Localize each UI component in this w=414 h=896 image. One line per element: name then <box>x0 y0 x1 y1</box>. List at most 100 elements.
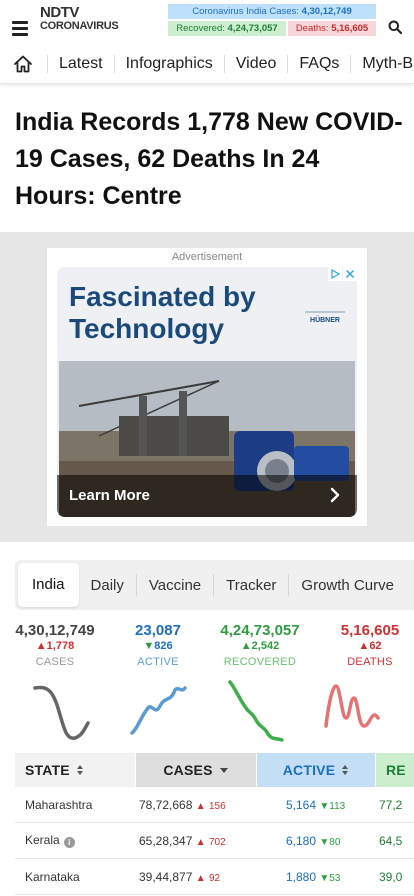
deaths-delta-value: 62 <box>369 640 382 652</box>
row-active-delta: 53 <box>329 872 341 884</box>
active-sparkline <box>130 686 187 735</box>
down-arrow-icon: ▼ <box>143 640 155 652</box>
deaths-label: Deaths: <box>295 23 329 34</box>
row-active: 1,880 ▼53 <box>256 870 375 884</box>
row-cases-delta: 702 <box>208 836 226 848</box>
summary-recovered: 4,24,73,057 ▲2,542 RECOVERED <box>218 622 302 668</box>
up-arrow-icon: ▲ <box>195 836 206 848</box>
recovered-label: RECOVERED <box>223 656 297 668</box>
row-state: Karnataka <box>25 869 80 884</box>
up-arrow-icon: ▲ <box>240 640 252 652</box>
recovered-stat: Recovered: 4,24,73,057 <box>168 21 286 36</box>
up-arrow-icon: ▲ <box>195 800 206 812</box>
summary-deaths: 5,16,605 ▲62 DEATHS <box>338 622 402 668</box>
cases-sparkline <box>33 685 90 740</box>
cases-label: CASES <box>35 656 75 668</box>
row-cases-value: 65,28,347 <box>139 833 193 848</box>
covid-summary: 4,30,12,749 ▲1,778 CASES 23,087 ▼826 ACT… <box>0 622 414 672</box>
trend-sparklines <box>33 680 380 742</box>
nav-item-latest[interactable]: Latest <box>48 55 114 73</box>
sort-icon[interactable] <box>341 764 349 776</box>
ad-cta-bar[interactable]: Learn More <box>57 475 357 517</box>
row-active-delta: 113 <box>329 800 346 812</box>
summary-active: 23,087 ▼826 ACTIVE <box>122 622 194 668</box>
cases-delta-value: 1,778 <box>46 640 75 652</box>
ad-card[interactable]: Fascinated by Technology HÜBNER Learn Mo… <box>57 267 357 517</box>
ad-brand-text: HÜBNER <box>310 317 340 324</box>
table-row[interactable]: Maharashtra 78,72,668 ▲ 156 5,164 ▼113 7… <box>15 787 414 823</box>
ad-learn-more-button[interactable]: Learn More <box>69 487 150 504</box>
column-header-cases[interactable]: CASES <box>136 753 256 787</box>
adchoices-icon[interactable] <box>328 267 342 281</box>
logo-coronavirus-text: CORONAVIRUS <box>40 20 119 32</box>
nav-item-infographics[interactable]: Infographics <box>115 55 224 73</box>
row-recovered: 39,0 <box>379 869 403 884</box>
row-recovered: 77,2 <box>379 797 403 812</box>
search-icon[interactable] <box>388 20 402 34</box>
cases-delta: ▲1,778 <box>14 640 96 652</box>
header-stats[interactable]: Coronavirus India Cases: 4,30,12,749 Rec… <box>168 4 376 36</box>
row-recovered: 64,5 <box>379 833 403 848</box>
active-total: 23,087 <box>135 622 181 639</box>
tracker-tabs: India Daily Vaccine Tracker Growth Curve <box>15 560 414 610</box>
up-arrow-icon: ▲ <box>358 640 370 652</box>
india-cases-value: 4,30,12,749 <box>301 6 352 17</box>
up-arrow-icon: ▲ <box>195 872 206 884</box>
down-arrow-icon: ▼ <box>319 800 330 812</box>
deaths-label: DEATHS <box>347 656 393 668</box>
ad-label: Advertisement <box>171 251 243 263</box>
row-cases-value: 39,44,877 <box>139 869 193 884</box>
down-arrow-icon: ▼ <box>319 872 330 884</box>
chevron-right-icon[interactable] <box>329 487 341 503</box>
recovered-total: 4,24,73,057 <box>220 622 300 639</box>
table-row[interactable]: Karnataka 39,44,877 ▲ 92 1,880 ▼53 39,0 <box>15 859 414 895</box>
recovered-value: 4,24,73,057 <box>227 23 278 34</box>
active-label: ACTIVE <box>137 656 179 668</box>
sort-icon[interactable] <box>76 764 84 776</box>
row-active: 6,180 ▼80 <box>256 834 375 848</box>
nav-item-myth-busters[interactable]: Myth-Busters <box>351 55 414 73</box>
menu-icon[interactable] <box>12 21 28 36</box>
nav-item-video[interactable]: Video <box>225 55 288 73</box>
logo-ndtv-text: NDTV <box>40 4 79 21</box>
article-headline: India Records 1,778 New COVID-19 Cases, … <box>15 108 403 210</box>
tab-daily[interactable]: Daily <box>79 577 136 594</box>
india-cases-label: Coronavirus India Cases: <box>192 6 299 17</box>
tab-tracker[interactable]: Tracker <box>214 577 288 594</box>
down-arrow-icon: ▼ <box>319 836 330 848</box>
recovered-delta-value: 2,542 <box>251 640 280 652</box>
site-header: NDTV CORONAVIRUS Coronavirus India Cases… <box>0 0 414 44</box>
deaths-delta: ▲62 <box>338 640 402 652</box>
active-delta-value: 826 <box>154 640 173 652</box>
home-icon[interactable] <box>13 54 33 74</box>
tab-india[interactable]: India <box>18 563 79 607</box>
recovered-delta: ▲2,542 <box>218 640 302 652</box>
row-cases: 65,28,347 ▲ 702 <box>135 834 256 848</box>
ad-frame: Advertisement Fascinated by Technology H… <box>47 248 367 526</box>
tab-vaccine[interactable]: Vaccine <box>137 577 213 594</box>
row-active-delta: 80 <box>329 836 341 848</box>
deaths-value: 5,16,605 <box>331 23 369 34</box>
row-active-value: 5,164 <box>286 797 317 812</box>
sort-desc-icon[interactable] <box>219 764 229 776</box>
row-cases-delta: 92 <box>208 872 221 884</box>
column-header-active[interactable]: ACTIVE <box>257 753 375 787</box>
ad-close-icon[interactable] <box>343 267 357 281</box>
india-cases-stat: Coronavirus India Cases: 4,30,12,749 <box>168 4 376 19</box>
row-cases-delta: 156 <box>208 800 226 812</box>
state-table: STATE CASES ACTIVE RE Maharashtra 78,72,… <box>15 753 414 895</box>
table-header: STATE CASES ACTIVE RE <box>15 753 414 787</box>
state-header-label: STATE <box>25 762 70 778</box>
ndtv-coronavirus-logo[interactable]: NDTV CORONAVIRUS <box>40 4 130 36</box>
column-header-state[interactable]: STATE <box>15 753 135 787</box>
ad-brand-logo: HÜBNER <box>305 309 345 324</box>
column-header-recovered[interactable]: RE <box>376 753 414 787</box>
row-state: Kerala i <box>15 833 135 848</box>
table-row[interactable]: Kerala i 65,28,347 ▲ 702 6,180 ▼80 64,5 <box>15 823 414 859</box>
up-arrow-icon: ▲ <box>35 640 47 652</box>
ad-choices[interactable] <box>327 267 357 281</box>
nav-item-faqs[interactable]: FAQs <box>288 55 350 73</box>
info-icon[interactable]: i <box>63 837 75 848</box>
tab-growth-curve[interactable]: Growth Curve <box>289 577 406 594</box>
row-active: 5,164 ▼113 <box>256 798 375 812</box>
